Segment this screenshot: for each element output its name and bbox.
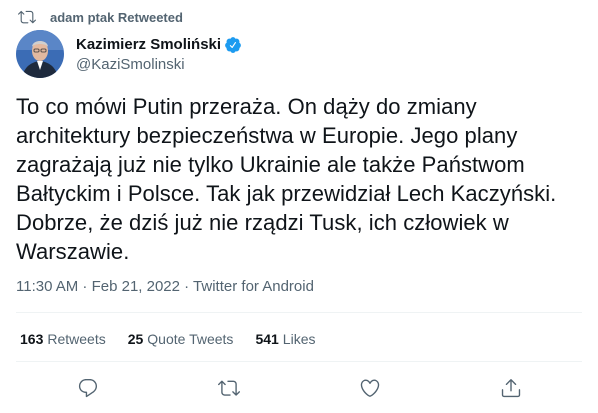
- likes-count: 541: [255, 331, 279, 347]
- share-icon[interactable]: [500, 377, 522, 399]
- tweet-meta[interactable]: 11:30 AM · Feb 21, 2022 · Twitter for An…: [16, 278, 314, 295]
- retweets-stat[interactable]: 163 Retweets: [20, 331, 106, 347]
- reply-icon[interactable]: [77, 377, 99, 399]
- retweets-label: Retweets: [47, 331, 106, 347]
- retweet-label[interactable]: adam ptak Retweeted: [50, 10, 183, 25]
- quotes-count: 25: [127, 331, 144, 347]
- retweets-count: 163: [20, 331, 44, 347]
- tweet-actions: [0, 373, 598, 405]
- author-display-name[interactable]: Kazimierz Smoliński: [76, 36, 221, 53]
- like-icon[interactable]: [359, 377, 381, 399]
- quotes-label: Quote Tweets: [147, 331, 234, 347]
- author-block: Kazimierz Smoliński @KaziSmolinski: [16, 30, 242, 78]
- tweet-text: To co mówi Putin przeraża. On dąży do zm…: [16, 94, 557, 264]
- quotes-stat[interactable]: 25 Quote Tweets: [128, 331, 234, 347]
- author-handle[interactable]: @KaziSmolinski: [76, 56, 242, 73]
- retweet-context[interactable]: adam ptak Retweeted: [16, 8, 183, 26]
- avatar[interactable]: [16, 30, 64, 78]
- retweet-icon[interactable]: [218, 377, 240, 399]
- retweet-icon: [18, 8, 36, 26]
- tweet-stats: 163 Retweets 25 Quote Tweets 541 Likes: [20, 331, 337, 347]
- divider: [16, 312, 582, 313]
- divider: [16, 361, 582, 362]
- likes-label: Likes: [282, 331, 316, 347]
- likes-stat[interactable]: 541 Likes: [255, 331, 315, 347]
- verified-badge-icon: [224, 36, 242, 54]
